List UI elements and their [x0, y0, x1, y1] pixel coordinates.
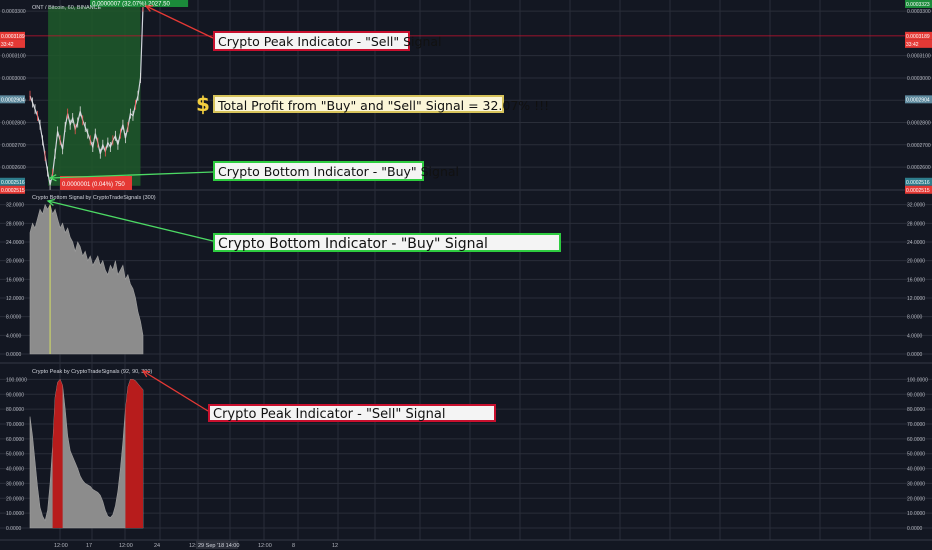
y-tick-left: 80.0000	[6, 407, 24, 413]
price-tag-right-top-text: 0.0003323	[906, 2, 930, 8]
price-tag-low2-text: 0.0002515	[1, 188, 25, 194]
x-tick: 17	[86, 543, 92, 549]
x-tick: 12:00	[54, 543, 68, 549]
y-tick-right: 60.0000	[907, 437, 925, 443]
crosshair-date-text: 29 Sep '18 14:00	[198, 543, 239, 549]
y-tick-right: 12.0000	[907, 296, 925, 302]
y-tick-left: 0.0003300	[2, 9, 26, 15]
bottom-change-badge-text: 0.0000001 (0.04%) 750	[62, 182, 125, 188]
price-tag-right-low2-text: 0.0002515	[906, 188, 930, 194]
x-tick: 8	[292, 543, 295, 549]
peak-indicator-title: Crypto Peak by CryptoTradeSignals (92, 9…	[32, 369, 152, 375]
buy-annotation-panel: Crypto Bottom Indicator - "Buy" Signal	[213, 233, 561, 252]
y-tick-right: 100.0000	[907, 377, 928, 383]
y-tick-right: 20.0000	[907, 496, 925, 502]
y-tick-left: 60.0000	[6, 437, 24, 443]
price-tag-mid-text: 0.0002904	[1, 97, 25, 103]
price-tag-right-mid-text: 0.0002904	[906, 97, 930, 103]
y-tick-right: 0.0003000	[907, 76, 931, 82]
y-tick-left: 0.0000	[6, 352, 22, 358]
y-tick-left: 50.0000	[6, 452, 24, 458]
y-tick-right: 0.0003100	[907, 54, 931, 60]
y-tick-right: 40.0000	[907, 467, 925, 473]
price-tag-low1-text: 0.0002516	[1, 180, 25, 186]
x-tick: 12:00	[258, 543, 272, 549]
y-tick-right: 0.0003300	[907, 9, 931, 15]
y-tick-right: 8.0000	[907, 315, 923, 321]
top-change-badge-text: 0.0000007 (32.07%) 2027.50	[92, 2, 170, 8]
y-tick-left: 0.0002600	[2, 165, 26, 171]
y-tick-right: 16.0000	[907, 277, 925, 283]
buy-annotation-price: Crypto Bottom Indicator - "Buy" Signal	[213, 161, 459, 181]
y-tick-left: 100.0000	[6, 377, 27, 383]
price-tag-countdown-text: 33:42	[1, 42, 14, 48]
y-tick-right: 0.0002700	[907, 143, 931, 149]
y-tick-left: 8.0000	[6, 315, 22, 321]
y-tick-right: 0.0000	[907, 352, 923, 358]
symbol-title: ONT / Bitcoin, 60, BINANCE	[32, 5, 102, 11]
sell-annotation-top: Crypto Peak Indicator - "Sell" Signal	[213, 31, 442, 51]
profit-zone	[48, 6, 141, 186]
y-tick-right: 32.0000	[907, 203, 925, 209]
y-tick-left: 28.0000	[6, 221, 24, 227]
y-tick-right: 80.0000	[907, 407, 925, 413]
price-tag-right-current-text: 0.0003189	[906, 34, 930, 40]
y-tick-left: 70.0000	[6, 422, 24, 428]
price-tag-right-low1-text: 0.0002516	[906, 180, 930, 186]
y-tick-left: 16.0000	[6, 277, 24, 283]
y-tick-left: 0.0000	[6, 526, 22, 532]
y-tick-left: 20.0000	[6, 259, 24, 265]
x-tick: 24	[154, 543, 160, 549]
y-tick-left: 10.0000	[6, 511, 24, 517]
y-tick-left: 0.0003000	[2, 76, 26, 82]
sell-annotation-panel: Crypto Peak Indicator - "Sell" Signal	[208, 404, 496, 422]
y-tick-left: 0.0002700	[2, 143, 26, 149]
y-tick-left: 24.0000	[6, 240, 24, 246]
y-tick-left: 4.0000	[6, 333, 22, 339]
y-tick-right: 50.0000	[907, 452, 925, 458]
y-tick-right: 10.0000	[907, 511, 925, 517]
dollar-icon: $	[196, 92, 210, 116]
y-tick-right: 24.0000	[907, 240, 925, 246]
y-tick-left: 0.0002800	[2, 121, 26, 127]
x-tick: 12:00	[119, 543, 133, 549]
y-tick-left: 0.0003100	[2, 54, 26, 60]
y-tick-right: 28.0000	[907, 221, 925, 227]
y-tick-left: 20.0000	[6, 496, 24, 502]
y-tick-left: 30.0000	[6, 481, 24, 487]
y-tick-left: 90.0000	[6, 392, 24, 398]
y-tick-right: 0.0002600	[907, 165, 931, 171]
y-tick-right: 0.0002800	[907, 121, 931, 127]
x-tick: 12	[332, 543, 338, 549]
y-tick-left: 40.0000	[6, 467, 24, 473]
y-tick-right: 4.0000	[907, 333, 923, 339]
price-tag-right-countdown-text: 33:42	[906, 42, 919, 48]
y-tick-right: 70.0000	[907, 422, 925, 428]
y-tick-left: 12.0000	[6, 296, 24, 302]
y-tick-left: 32.0000	[6, 203, 24, 209]
y-tick-right: 90.0000	[907, 392, 925, 398]
peak-sell-zone	[125, 379, 143, 528]
y-tick-right: 0.0000	[907, 526, 923, 532]
chart-canvas: 0.0003300 0.0003300 0.0003100 0.0003100 0.00…	[0, 0, 932, 549]
y-tick-right: 20.0000	[907, 259, 925, 265]
price-tag-current-text: 0.0003189	[1, 34, 25, 40]
profit-annotation: Total Profit from "Buy" and "Sell" Signa…	[213, 95, 549, 113]
y-tick-right: 30.0000	[907, 481, 925, 487]
